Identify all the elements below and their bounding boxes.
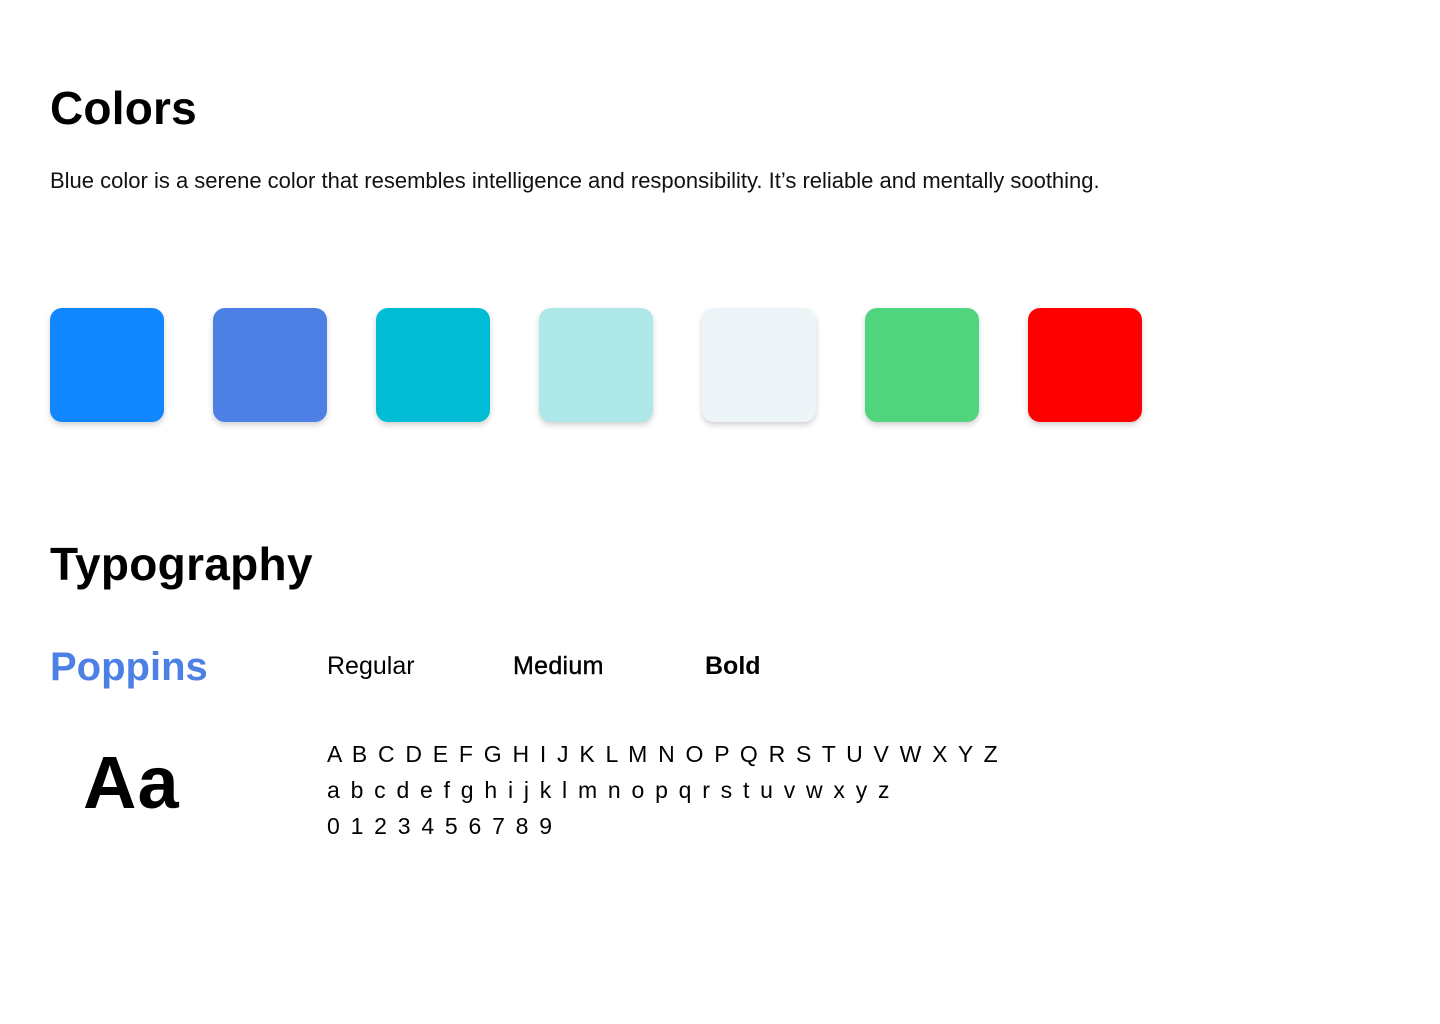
color-swatch-royal-blue[interactable] (213, 308, 327, 422)
colors-description: Blue color is a serene color that resemb… (50, 168, 1100, 193)
color-swatch-green[interactable] (865, 308, 979, 422)
color-swatch-cyan[interactable] (376, 308, 490, 422)
digit-glyphs: 0 1 2 3 4 5 6 7 8 9 (327, 813, 555, 839)
weight-regular-label: Regular (327, 652, 415, 680)
font-sample-aa: Aa (83, 741, 180, 824)
color-swatch-light-teal[interactable] (539, 308, 653, 422)
uppercase-glyphs: A B C D E F G H I J K L M N O P Q R S T … (327, 741, 1000, 767)
color-swatch-red[interactable] (1028, 308, 1142, 422)
color-swatches (50, 308, 1142, 422)
weight-bold-label: Bold (705, 652, 761, 680)
lowercase-glyphs: a b c d e f g h i j k l m n o p q r s t … (327, 777, 892, 803)
colors-heading: Colors (50, 82, 197, 134)
color-swatch-primary-blue[interactable] (50, 308, 164, 422)
color-swatch-off-white[interactable] (702, 308, 816, 422)
typography-heading: Typography (50, 538, 313, 590)
font-family-name: Poppins (50, 645, 208, 689)
weight-medium-label: Medium (513, 652, 604, 680)
